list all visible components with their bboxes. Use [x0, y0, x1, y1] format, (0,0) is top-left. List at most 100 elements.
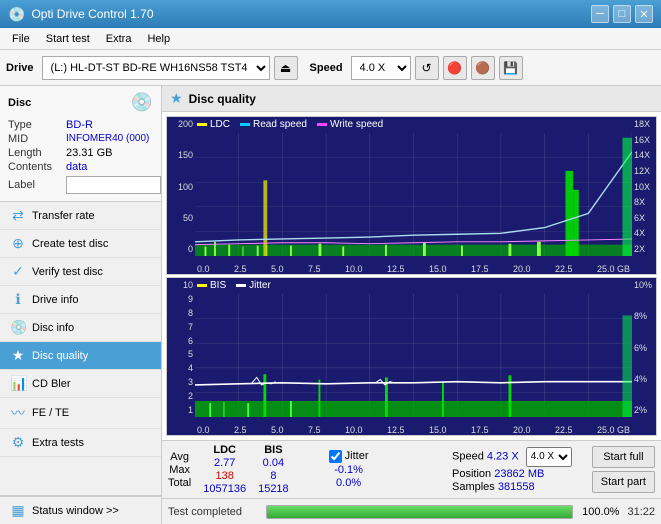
- disc-length-label: Length: [8, 147, 66, 159]
- status-window-item[interactable]: ▦ Status window >>: [0, 497, 161, 524]
- speed-info: Speed 4.23 X 4.0 X Position 23862 MB Sam…: [452, 447, 572, 493]
- chart1-plot: [195, 133, 632, 256]
- cd-bler-icon: 📊: [10, 375, 26, 392]
- sidebar-item-drive-info[interactable]: ℹ Drive info: [0, 286, 161, 314]
- disc-mid-value: INFOMER40 (000): [66, 133, 149, 145]
- drive-toolbar: Drive (L:) HL-DT-ST BD-RE WH16NS58 TST4 …: [0, 50, 661, 86]
- stats-bar: Avg Max Total LDC 2.77 138 1057136 BIS 0…: [162, 440, 661, 498]
- samples-label: Samples: [452, 481, 498, 493]
- start-full-button[interactable]: Start full: [592, 446, 655, 468]
- chart2-legend: BIS Jitter: [197, 280, 271, 291]
- stats-col-jitter: Jitter -0.1% 0.0%: [329, 450, 369, 490]
- eject-button[interactable]: ⏏: [274, 56, 298, 80]
- disc-length-row: Length 23.31 GB: [8, 147, 153, 159]
- save-button[interactable]: 💾: [499, 56, 523, 80]
- maximize-button[interactable]: □: [613, 5, 631, 23]
- jitter-checkbox[interactable]: [329, 450, 342, 463]
- sidebar-item-label: Transfer rate: [32, 210, 95, 222]
- legend-read-speed: Read speed: [253, 119, 307, 130]
- chart2: 10 9 8 7 6 5 4 3 2 1 10% 8% 6% 4% 2%: [166, 277, 657, 436]
- sidebar-item-label: CD Bler: [32, 378, 71, 390]
- disc-panel: Disc 💿 Type BD-R MID INFOMER40 (000) Len…: [0, 86, 161, 202]
- samples-val: 381558: [498, 481, 535, 493]
- speed-label: Speed: [310, 62, 343, 74]
- chart2-x-axis: 0.0 2.5 5.0 7.5 10.0 12.5 15.0 17.5 20.0…: [195, 425, 632, 435]
- jitter-label: Jitter: [345, 450, 369, 462]
- chart2-plot: [195, 294, 632, 417]
- stats-col-ldc: LDC 2.77 138 1057136: [203, 444, 246, 495]
- disc-type-row: Type BD-R: [8, 119, 153, 131]
- sidebar-item-disc-quality[interactable]: ★ Disc quality: [0, 342, 161, 370]
- progress-bar: [266, 505, 573, 519]
- sidebar-item-label: Disc info: [32, 322, 74, 334]
- settings-button2[interactable]: 🟤: [471, 56, 495, 80]
- drive-info-icon: ℹ: [10, 291, 26, 308]
- chart1-y-axis-left: 200 150 100 50 0: [167, 117, 195, 256]
- sidebar-item-cd-bler[interactable]: 📊 CD Bler: [0, 370, 161, 398]
- chart1: 200 150 100 50 0 18X 16X 14X 12X 10X 8X …: [166, 116, 657, 275]
- sidebar-item-extra-tests[interactable]: ⚙ Extra tests: [0, 429, 161, 457]
- sidebar: Disc 💿 Type BD-R MID INFOMER40 (000) Len…: [0, 86, 162, 524]
- menu-start-test[interactable]: Start test: [38, 31, 98, 47]
- total-bis: 15218: [258, 483, 289, 495]
- close-button[interactable]: ✕: [635, 5, 653, 23]
- fe-te-icon: 〰: [10, 403, 26, 423]
- max-label: Max: [168, 464, 191, 476]
- legend-write-speed: Write speed: [330, 119, 383, 130]
- avg-label: Avg: [168, 451, 191, 463]
- create-test-disc-icon: ⊕: [10, 235, 26, 252]
- menu-extra[interactable]: Extra: [98, 31, 140, 47]
- avg-bis: 0.04: [258, 457, 289, 469]
- sidebar-item-label: Disc quality: [32, 350, 88, 362]
- position-val: 23862 MB: [494, 468, 544, 480]
- disc-info-icon: 💿: [10, 319, 26, 336]
- chart2-svg: [195, 294, 632, 417]
- progress-time: 31:22: [627, 506, 655, 518]
- speed-label: Speed: [452, 450, 487, 462]
- title-bar-controls: ─ □ ✕: [591, 5, 653, 23]
- disc-type-label: Type: [8, 119, 66, 131]
- drive-select[interactable]: (L:) HL-DT-ST BD-RE WH16NS58 TST4: [42, 56, 270, 80]
- speed-select[interactable]: 4.0 X: [351, 56, 411, 80]
- menu-file[interactable]: File: [4, 31, 38, 47]
- disc-label-input[interactable]: [66, 176, 161, 194]
- disc-panel-title: Disc: [8, 97, 31, 109]
- ldc-header: LDC: [203, 444, 246, 456]
- sidebar-item-label: FE / TE: [32, 407, 69, 419]
- avg-ldc: 2.77: [203, 457, 246, 469]
- start-part-button[interactable]: Start part: [592, 471, 655, 493]
- sidebar-item-verify-test-disc[interactable]: ✓ Verify test disc: [0, 258, 161, 286]
- legend-ldc: LDC: [210, 119, 230, 130]
- minimize-button[interactable]: ─: [591, 5, 609, 23]
- disc-panel-header: Disc 💿: [8, 92, 153, 113]
- sidebar-item-transfer-rate[interactable]: ⇄ Transfer rate: [0, 202, 161, 230]
- bis-header: BIS: [258, 444, 289, 456]
- chart2-y-axis-right: 10% 8% 6% 4% 2%: [632, 278, 656, 417]
- disc-quality-icon: ★: [10, 347, 26, 364]
- action-buttons: Start full Start part: [592, 446, 655, 493]
- sidebar-item-fe-te[interactable]: 〰 FE / TE: [0, 398, 161, 429]
- content-area: ★ Disc quality 200 150 100 50 0 18X 16X …: [162, 86, 661, 524]
- progress-section: Test completed 100.0% 31:22: [162, 498, 661, 524]
- progress-bar-fill: [267, 506, 572, 518]
- content-icon: ★: [170, 90, 183, 107]
- title-bar-left: 💿 Opti Drive Control 1.70: [8, 6, 154, 23]
- chart1-y-axis-right: 18X 16X 14X 12X 10X 8X 6X 4X 2X: [632, 117, 656, 256]
- sidebar-item-disc-info[interactable]: 💿 Disc info: [0, 314, 161, 342]
- speed-select-stats[interactable]: 4.0 X: [526, 447, 572, 467]
- settings-button1[interactable]: 🔴: [443, 56, 467, 80]
- disc-type-value: BD-R: [66, 119, 93, 131]
- sidebar-item-create-test-disc[interactable]: ⊕ Create test disc: [0, 230, 161, 258]
- menu-bar: File Start test Extra Help: [0, 28, 661, 50]
- sidebar-item-label: Create test disc: [32, 238, 108, 250]
- jitter-checkbox-row[interactable]: Jitter: [329, 450, 369, 463]
- content-title: Disc quality: [189, 92, 256, 106]
- app-icon: 💿: [8, 6, 25, 23]
- status-section: ▦ Status window >>: [0, 495, 161, 524]
- stats-col-bis: BIS 0.04 8 15218: [258, 444, 289, 495]
- refresh-button[interactable]: ↺: [415, 56, 439, 80]
- disc-length-value: 23.31 GB: [66, 147, 112, 159]
- title-bar: 💿 Opti Drive Control 1.70 ─ □ ✕: [0, 0, 661, 28]
- avg-jitter: -0.1%: [329, 464, 369, 476]
- menu-help[interactable]: Help: [139, 31, 178, 47]
